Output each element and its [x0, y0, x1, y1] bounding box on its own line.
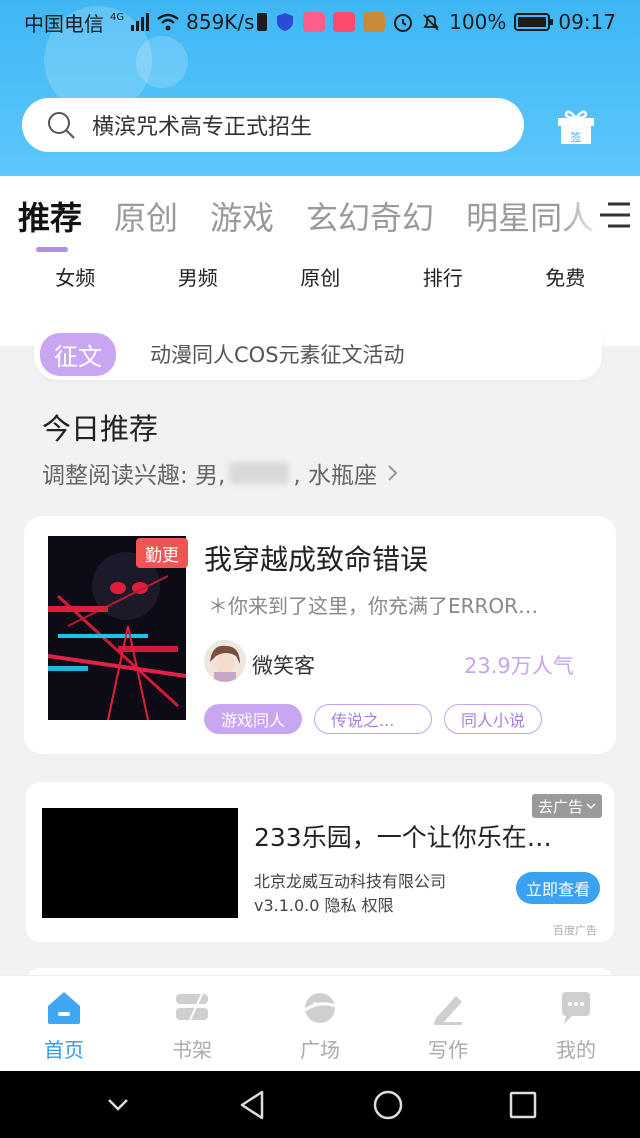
ad-view-button[interactable]: 立即查看 [516, 872, 600, 904]
remove-ad-button[interactable]: 去广告 [532, 794, 603, 818]
nav-write[interactable]: 写作 [384, 976, 512, 1071]
nav-bookshelf-label: 书架 [172, 1038, 212, 1062]
contest-badge: 征文 [40, 332, 116, 376]
tag-game-fanfic[interactable]: 游戏同人 [204, 704, 303, 734]
ad-meta: v3.1.0.0 隐私 权限 [254, 896, 394, 915]
notification-app-icon [257, 13, 268, 31]
tab-original[interactable]: 原创 [114, 193, 178, 239]
subtab-female[interactable]: 女频 [14, 262, 137, 291]
category-menu-icon[interactable] [598, 200, 632, 230]
subtab-original[interactable]: 原创 [259, 262, 382, 291]
nav-square-label: 广场 [300, 1038, 340, 1062]
nav-bookshelf[interactable]: 书架 [128, 976, 256, 1071]
network-speed: 859K/s [186, 10, 255, 34]
app-notification-icon [303, 12, 326, 32]
wifi-icon [157, 13, 179, 31]
tag-legend[interactable]: 传说之... [314, 704, 433, 734]
ad-image[interactable] [42, 808, 238, 918]
square-icon [304, 993, 336, 1023]
book-card[interactable]: 勤更 我穿越成致命错误 ＊你来到了这里，你充满了ERROR… 微笑客 23.9万… [24, 516, 616, 754]
carrier-label: 中国电信 [24, 11, 104, 36]
contest-text: 动漫同人COS元素征文活动 [150, 343, 405, 367]
book-title[interactable]: 我穿越成致命错误 [204, 538, 428, 578]
book-tags: 游戏同人 传说之... 同人小说 [204, 704, 543, 734]
chevron-down-icon [586, 803, 596, 810]
back-icon[interactable] [236, 1088, 270, 1122]
home-circle-icon[interactable] [371, 1088, 405, 1122]
category-tabs: 推荐 原创 游戏 玄幻奇幻 明星同人 [18, 193, 594, 239]
blurred-text [229, 462, 290, 484]
author-name[interactable]: 微笑客 [252, 650, 315, 680]
signal-icon [131, 13, 150, 31]
game-notification-icon [363, 12, 386, 32]
ad-source: 百度广告 [553, 924, 597, 937]
active-tab-indicator [36, 247, 68, 252]
tag-fanfic-novel[interactable]: 同人小说 [444, 704, 543, 734]
gift-label: 签 [571, 130, 582, 144]
recents-icon[interactable] [506, 1088, 540, 1122]
search-bar[interactable]: 横滨咒术高专正式招生 [22, 98, 524, 152]
shield-icon [277, 13, 294, 31]
sub-category-tabs: 女频 男频 原创 排行 免费 [0, 262, 640, 291]
system-nav-bar [0, 1071, 640, 1138]
nav-home-label: 首页 [44, 1038, 84, 1062]
remove-ad-label: 去广告 [538, 797, 584, 816]
nav-home[interactable]: 首页 [0, 976, 128, 1071]
nav-write-label: 写作 [428, 1038, 468, 1062]
nav-profile[interactable]: 我的 [512, 976, 640, 1071]
status-bar: 中国电信 4G 859K/s 100% 09:17 [0, 0, 640, 44]
alarm-icon [394, 14, 413, 32]
nav-square[interactable]: 广场 [256, 976, 384, 1071]
network-type: 4G [110, 11, 125, 23]
search-placeholder: 横滨咒术高专正式招生 [92, 115, 313, 140]
popularity-count: 23.9万人气 [464, 654, 574, 678]
ad-title[interactable]: 233乐园，一个让你乐在… [254, 818, 552, 854]
chevron-right-icon [388, 465, 398, 481]
interest-prefix: 调整阅读兴趣: 男, [42, 463, 226, 489]
sign-in-gift-button[interactable]: 签 [556, 108, 596, 146]
interest-suffix: , 水瓶座 [293, 463, 377, 489]
subtab-male[interactable]: 男频 [137, 262, 260, 291]
subtab-ranking[interactable]: 排行 [382, 262, 505, 291]
tab-recommend[interactable]: 推荐 [18, 193, 82, 239]
ad-card[interactable]: 233乐园，一个让你乐在… 北京龙威互动科技有限公司 v3.1.0.0 隐私 权… [26, 782, 614, 942]
section-title: 今日推荐 [42, 412, 159, 446]
bookshelf-icon [176, 993, 208, 1021]
home-icon [48, 992, 80, 1024]
mute-bell-icon [423, 14, 439, 31]
bottom-nav: 首页 书架 广场 写作 我的 [0, 975, 640, 1071]
clock: 09:17 [558, 10, 616, 34]
hide-keyboard-icon[interactable] [101, 1088, 135, 1122]
pen-icon [434, 996, 462, 1025]
chat-icon [562, 992, 590, 1024]
nav-profile-label: 我的 [556, 1038, 596, 1062]
app-notification-icon [333, 12, 356, 32]
search-icon [48, 112, 75, 139]
update-badge: 勤更 [136, 538, 188, 568]
gift-icon: 签 [558, 110, 594, 144]
subtab-free[interactable]: 免费 [504, 262, 627, 291]
author-avatar[interactable] [204, 640, 246, 682]
tab-fantasy[interactable]: 玄幻奇幻 [306, 193, 434, 239]
book-description: ＊你来到了这里，你充满了ERROR… [208, 594, 539, 618]
tab-game[interactable]: 游戏 [210, 193, 274, 239]
reading-interest-link[interactable]: 调整阅读兴趣: 男, , 水瓶座 [42, 456, 401, 490]
contest-notice[interactable]: 征文 动漫同人COS元素征文活动 [34, 328, 602, 380]
battery-percent: 100% [449, 10, 507, 34]
ad-company: 北京龙威互动科技有限公司 [254, 872, 447, 891]
battery-icon [514, 13, 554, 31]
